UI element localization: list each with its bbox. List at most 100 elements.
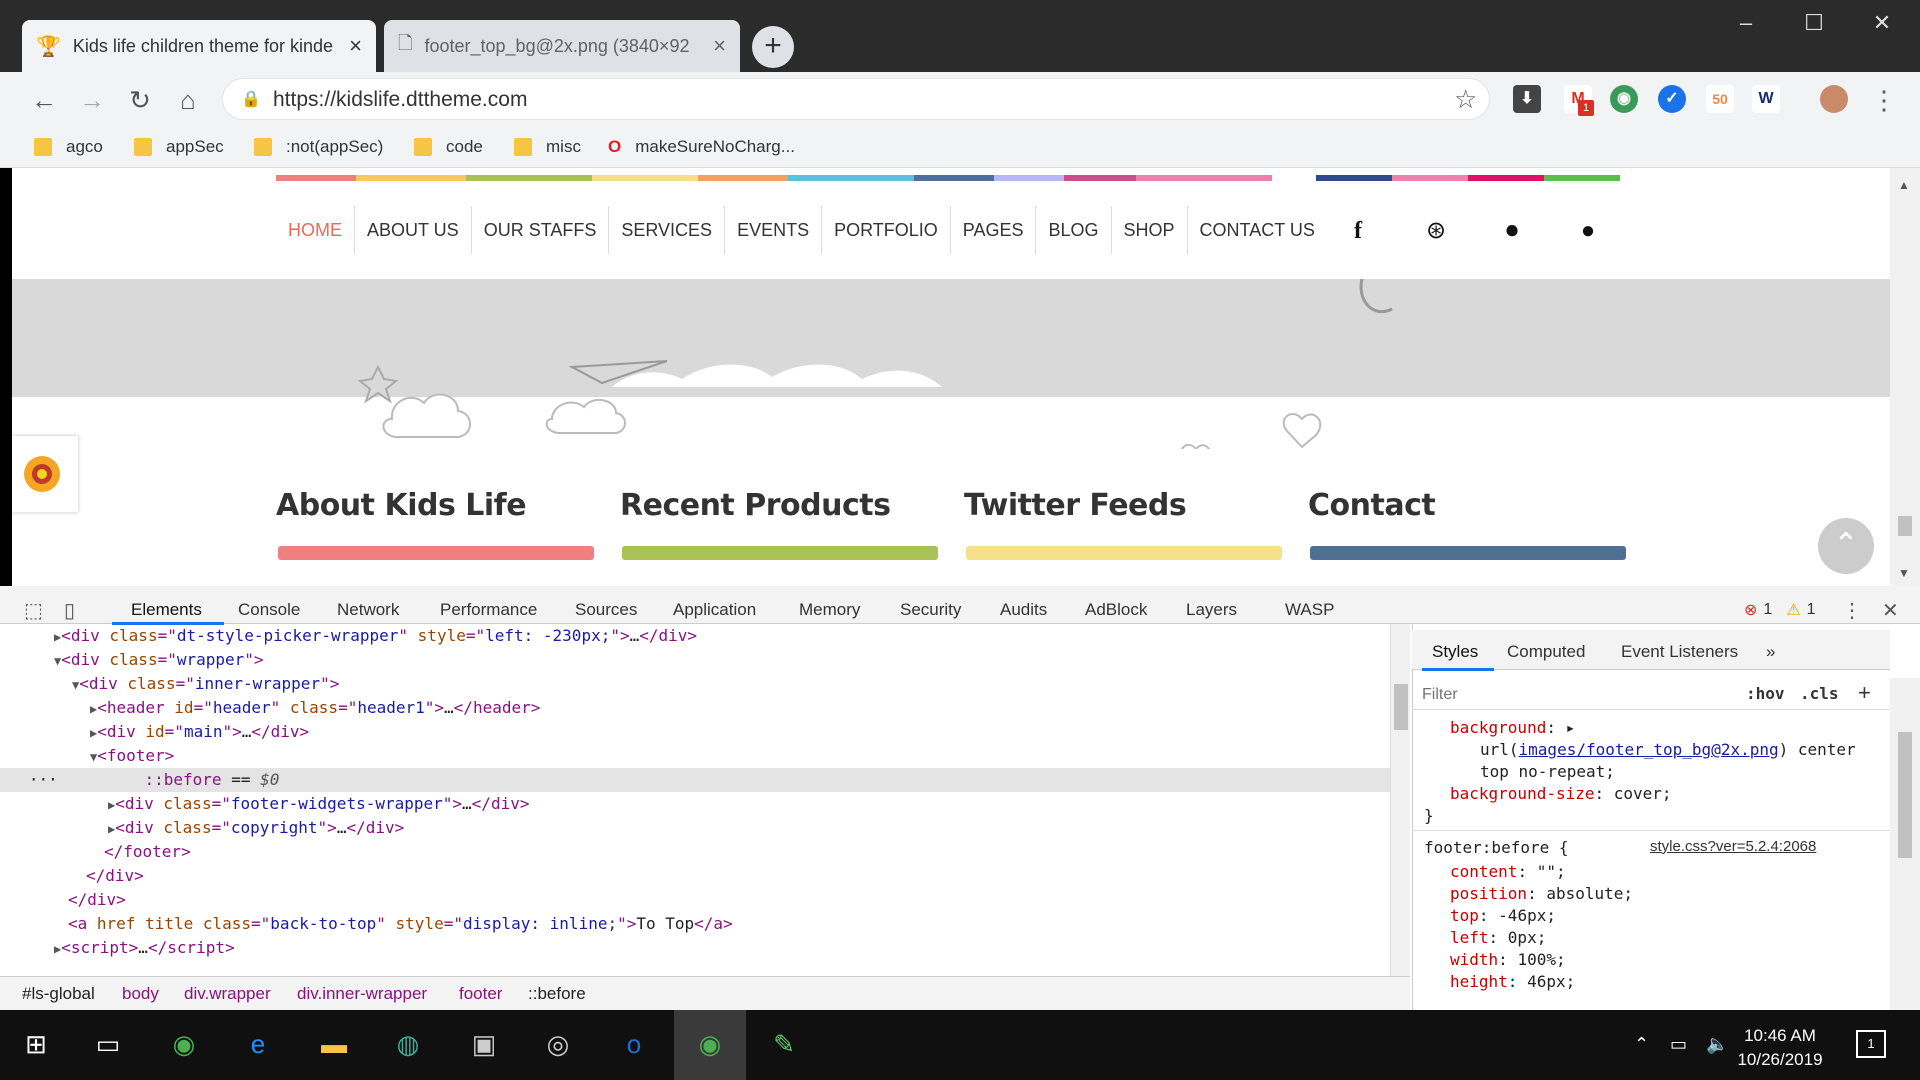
nav-services[interactable]: SERVICES bbox=[609, 206, 726, 254]
dom-node[interactable]: ▶<div class="dt-style-picker-wrapper" st… bbox=[54, 624, 697, 648]
page-scrollbar[interactable]: ▲ ▼ bbox=[1890, 168, 1920, 586]
tab-audits[interactable]: Audits bbox=[1000, 600, 1047, 620]
dom-node[interactable]: ▶<div id="main">…</div> bbox=[90, 720, 309, 744]
minimize-button[interactable]: – bbox=[1712, 0, 1780, 46]
tab-computed[interactable]: Computed bbox=[1507, 642, 1585, 662]
notification-center-icon[interactable]: 1 bbox=[1856, 1030, 1886, 1058]
tray-chevron-icon[interactable]: ⌃ bbox=[1634, 1034, 1649, 1055]
bookmark-folder[interactable]: :not(appSec) bbox=[254, 134, 383, 160]
dom-node[interactable]: ▼<div class="wrapper"> bbox=[54, 648, 264, 672]
rule-source-link[interactable]: style.css?ver=5.2.4:2068 bbox=[1650, 838, 1816, 855]
crumb-ls-global[interactable]: #ls-global bbox=[22, 984, 95, 1004]
tab-sources[interactable]: Sources bbox=[575, 600, 637, 620]
crumb-wrapper[interactable]: div.wrapper bbox=[184, 984, 271, 1004]
nav-pages[interactable]: PAGES bbox=[951, 206, 1037, 254]
flickr-icon[interactable]: ⏺ bbox=[1498, 217, 1526, 245]
task-view-icon[interactable]: ▭ bbox=[86, 1022, 130, 1066]
chat-icon[interactable]: ● bbox=[1574, 217, 1602, 245]
style-picker-toggle[interactable] bbox=[12, 436, 78, 512]
tab-wasp[interactable]: WASP bbox=[1285, 600, 1334, 620]
crumb-inner-wrapper[interactable]: div.inner-wrapper bbox=[297, 984, 427, 1004]
tab-performance[interactable]: Performance bbox=[440, 600, 537, 620]
more-tabs-icon[interactable]: » bbox=[1766, 642, 1775, 662]
dom-node[interactable]: ▶<div class="footer-widgets-wrapper">…</… bbox=[108, 792, 529, 816]
add-rule-icon[interactable]: + bbox=[1858, 680, 1871, 706]
device-toolbar-icon[interactable]: ▯ bbox=[64, 598, 75, 623]
dom-node[interactable]: </div> bbox=[68, 888, 126, 912]
notepad-taskbar-icon[interactable]: ✎ bbox=[762, 1022, 806, 1066]
hov-toggle[interactable]: :hov bbox=[1746, 684, 1785, 703]
close-tab-icon[interactable]: × bbox=[713, 33, 726, 59]
nav-portfolio[interactable]: PORTFOLIO bbox=[822, 206, 951, 254]
dom-node[interactable]: </div> bbox=[86, 864, 144, 888]
fifty-extension-icon[interactable]: 50 bbox=[1706, 85, 1734, 113]
bookmark-folder[interactable]: agco bbox=[34, 134, 103, 160]
new-tab-button[interactable]: + bbox=[752, 26, 794, 68]
check-extension-icon[interactable]: ✓ bbox=[1658, 85, 1686, 113]
chrome-active-taskbar-icon[interactable]: ◉ bbox=[688, 1022, 732, 1066]
nav-home[interactable]: HOME bbox=[276, 206, 355, 254]
nav-shop[interactable]: SHOP bbox=[1112, 206, 1188, 254]
tab-styles[interactable]: Styles bbox=[1432, 642, 1478, 662]
dom-node[interactable]: ▶<header id="header" class="header1">…</… bbox=[90, 696, 540, 720]
back-to-top-button[interactable]: ⌃ bbox=[1818, 518, 1874, 574]
menu-kebab-icon[interactable]: ⋮ bbox=[1868, 84, 1900, 116]
windows-start-icon[interactable]: ⊞ bbox=[14, 1022, 58, 1066]
taskbar-clock[interactable]: 10:46 AM 10/26/2019 bbox=[1720, 1024, 1840, 1072]
close-devtools-icon[interactable]: ✕ bbox=[1882, 598, 1899, 623]
issue-counter[interactable]: ⊗ 1 ⚠ 1 bbox=[1744, 600, 1816, 620]
forward-icon[interactable]: → bbox=[76, 84, 108, 116]
dom-node[interactable]: </footer> bbox=[104, 840, 191, 864]
crumb-footer[interactable]: footer bbox=[459, 984, 502, 1004]
nav-blog[interactable]: BLOG bbox=[1036, 206, 1112, 254]
tab-kidslife[interactable]: 🏆 Kids life children theme for kinde × bbox=[22, 20, 376, 72]
w-extension-icon[interactable]: W bbox=[1752, 85, 1780, 113]
tab-event-listeners[interactable]: Event Listeners bbox=[1621, 642, 1738, 662]
bg-url-link[interactable]: images/footer_top_bg@2x.png bbox=[1519, 740, 1779, 759]
avatar[interactable] bbox=[1820, 85, 1848, 113]
nav-about-us[interactable]: ABOUT US bbox=[355, 206, 472, 254]
cls-toggle[interactable]: .cls bbox=[1800, 684, 1839, 703]
ie-taskbar-icon[interactable]: e bbox=[236, 1022, 280, 1066]
tab-application[interactable]: Application bbox=[673, 600, 756, 620]
inspect-element-icon[interactable]: ⬚ bbox=[24, 598, 43, 623]
dribbble-icon[interactable]: ⊛ bbox=[1422, 217, 1450, 245]
tab-adblock[interactable]: AdBlock bbox=[1085, 600, 1147, 620]
scrollbar-thumb[interactable] bbox=[1394, 684, 1408, 730]
bookmark-link[interactable]: OmakeSureNoCharg... bbox=[608, 134, 795, 160]
globe-taskbar-icon[interactable]: ◍ bbox=[386, 1022, 430, 1066]
dom-node[interactable]: ▶<div class="copyright">…</div> bbox=[108, 816, 404, 840]
dom-node-selected[interactable]: ··· ::before == $0 bbox=[0, 768, 1390, 792]
close-window-button[interactable]: ✕ bbox=[1848, 0, 1916, 46]
bookmark-star-icon[interactable]: ☆ bbox=[1454, 84, 1477, 115]
lock-taskbar-icon[interactable]: ◎ bbox=[536, 1022, 580, 1066]
styles-scrollbar[interactable] bbox=[1890, 678, 1920, 1010]
styles-filter-input[interactable] bbox=[1422, 682, 1722, 708]
outlook-taskbar-icon[interactable]: o bbox=[612, 1022, 656, 1066]
bookmark-folder[interactable]: appSec bbox=[134, 134, 224, 160]
scroll-down-icon[interactable]: ▼ bbox=[1898, 566, 1910, 580]
back-icon[interactable]: ← bbox=[28, 84, 60, 116]
scroll-up-icon[interactable]: ▲ bbox=[1898, 178, 1910, 192]
terminal-taskbar-icon[interactable]: ▣ bbox=[462, 1022, 506, 1066]
close-tab-icon[interactable]: × bbox=[349, 33, 362, 59]
facebook-icon[interactable]: f bbox=[1344, 217, 1372, 245]
nav-our-staffs[interactable]: OUR STAFFS bbox=[472, 206, 610, 254]
tab-security[interactable]: Security bbox=[900, 600, 961, 620]
dom-scrollbar[interactable] bbox=[1390, 624, 1410, 976]
globe-extension-icon[interactable]: ◉ bbox=[1610, 85, 1638, 113]
dom-node[interactable]: ▼<footer> bbox=[90, 744, 174, 768]
bookmark-folder[interactable]: code bbox=[414, 134, 483, 160]
dom-node[interactable]: ▼<div class="inner-wrapper"> bbox=[72, 672, 339, 696]
nav-events[interactable]: EVENTS bbox=[725, 206, 823, 254]
scrollbar-thumb[interactable] bbox=[1898, 516, 1912, 536]
download-extension-icon[interactable]: ⬇ bbox=[1513, 85, 1541, 113]
dom-node[interactable]: <a href title class="back-to-top" style=… bbox=[68, 912, 733, 936]
maximize-button[interactable]: ☐ bbox=[1780, 0, 1848, 46]
devtools-menu-icon[interactable]: ⋮ bbox=[1842, 598, 1862, 623]
explorer-taskbar-icon[interactable]: ▬ bbox=[312, 1022, 356, 1066]
dom-node[interactable]: ▶<script>…</script> bbox=[54, 936, 235, 960]
scrollbar-thumb[interactable] bbox=[1898, 732, 1912, 858]
tab-elements[interactable]: Elements bbox=[131, 600, 202, 620]
tab-memory[interactable]: Memory bbox=[799, 600, 860, 620]
